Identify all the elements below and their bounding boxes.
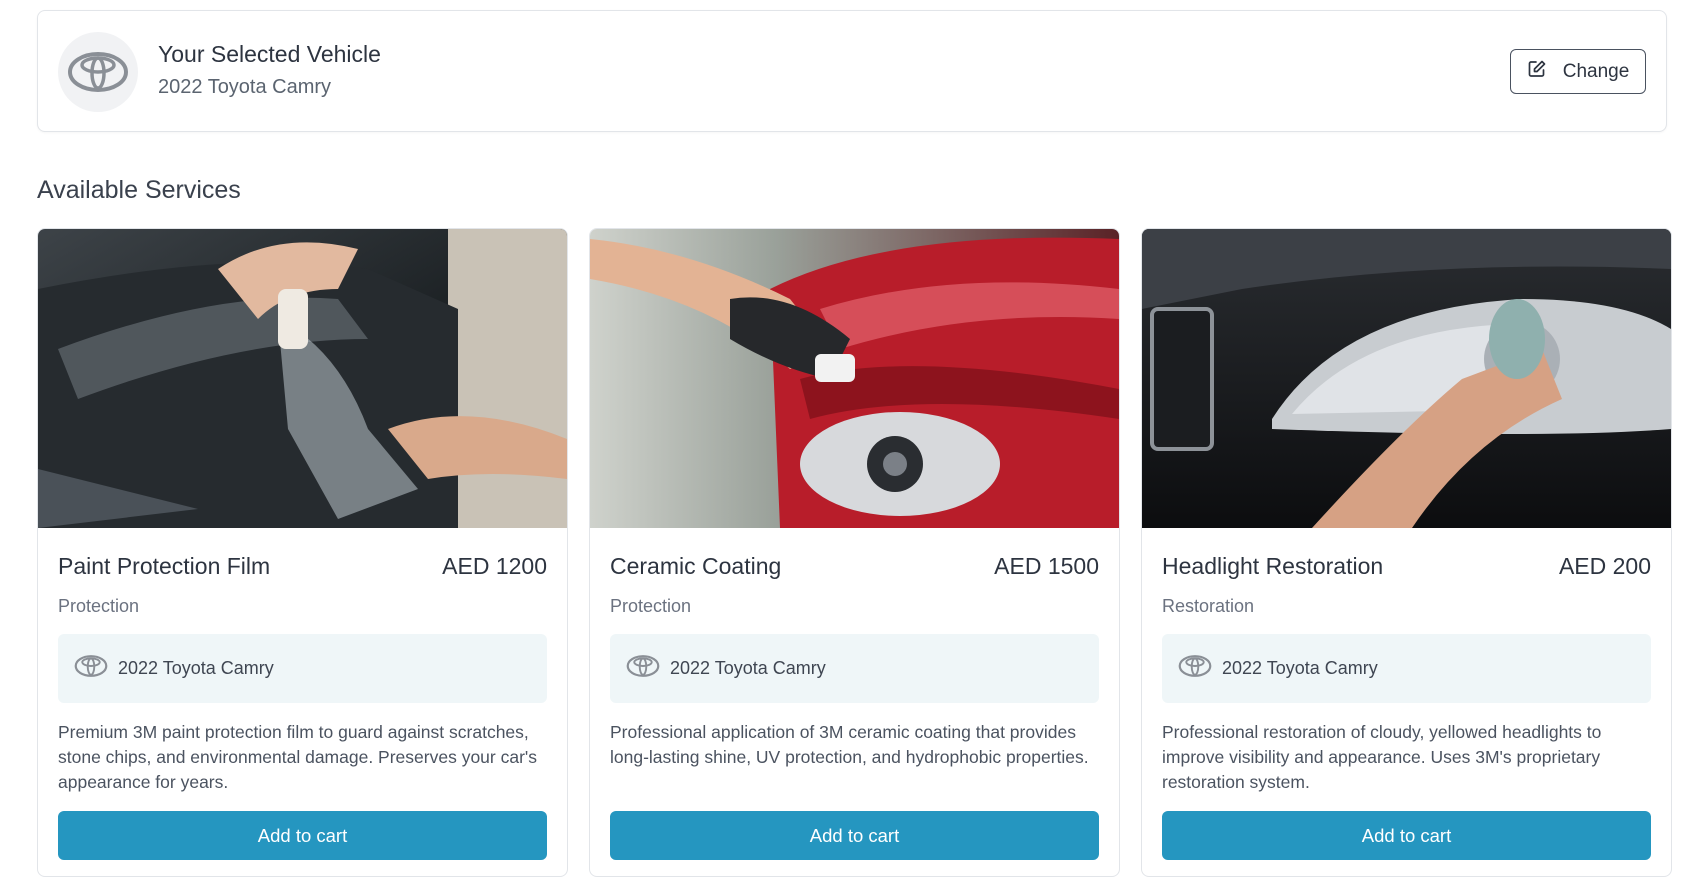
service-description: Professional restoration of cloudy, yell…: [1162, 722, 1602, 792]
vehicle-chip-label: 2022 Toyota Camry: [670, 658, 826, 678]
vehicle-chip: 2022 Toyota Camry: [58, 634, 547, 703]
vehicle-chip-label: 2022 Toyota Camry: [1222, 658, 1378, 678]
add-to-cart-button[interactable]: Add to cart: [1162, 811, 1651, 860]
vehicle-chip-label: 2022 Toyota Camry: [118, 658, 274, 678]
service-category: Restoration: [1162, 596, 1255, 616]
toyota-logo-icon: [74, 654, 108, 683]
ceramic-coating-image: [590, 229, 1119, 528]
service-name: Paint Protection Film: [58, 553, 271, 579]
service-price: AED 1500: [994, 553, 1099, 579]
selected-vehicle-heading: Your Selected Vehicle: [158, 41, 381, 67]
service-description: Professional application of 3M ceramic c…: [610, 722, 1089, 767]
change-vehicle-button[interactable]: Change: [1510, 49, 1646, 94]
toyota-logo-icon: [626, 654, 660, 683]
service-card-ceramic-coating: Ceramic Coating AED 1500 Protection 2022…: [589, 228, 1120, 877]
headlight-restoration-image: [1142, 229, 1671, 528]
toyota-logo-icon: [58, 32, 138, 112]
service-category: Protection: [58, 596, 140, 616]
add-to-cart-button[interactable]: Add to cart: [610, 811, 1099, 860]
service-price: AED 200: [1558, 553, 1651, 579]
service-card-paint-protection-film: Paint Protection Film AED 1200 Protectio…: [37, 228, 568, 877]
selected-vehicle-card: Your Selected Vehicle 2022 Toyota Camry …: [37, 10, 1667, 132]
selected-vehicle-name: 2022 Toyota Camry: [158, 76, 332, 98]
vehicle-chip: 2022 Toyota Camry: [1162, 634, 1651, 703]
service-category: Protection: [610, 596, 692, 616]
service-card-headlight-restoration: Headlight Restoration AED 200 Restoratio…: [1141, 228, 1672, 877]
service-price: AED 1200: [442, 553, 547, 579]
paint-protection-film-image: [38, 229, 567, 528]
service-name: Headlight Restoration: [1162, 553, 1384, 579]
change-label: Change: [1562, 60, 1630, 82]
edit-icon: [1527, 59, 1547, 85]
service-name: Ceramic Coating: [610, 553, 782, 579]
vehicle-chip: 2022 Toyota Camry: [610, 634, 1099, 703]
toyota-logo-icon: [1178, 654, 1212, 683]
available-services-title: Available Services: [37, 176, 241, 204]
add-to-cart-button[interactable]: Add to cart: [58, 811, 547, 860]
service-description: Premium 3M paint protection film to guar…: [58, 722, 538, 792]
